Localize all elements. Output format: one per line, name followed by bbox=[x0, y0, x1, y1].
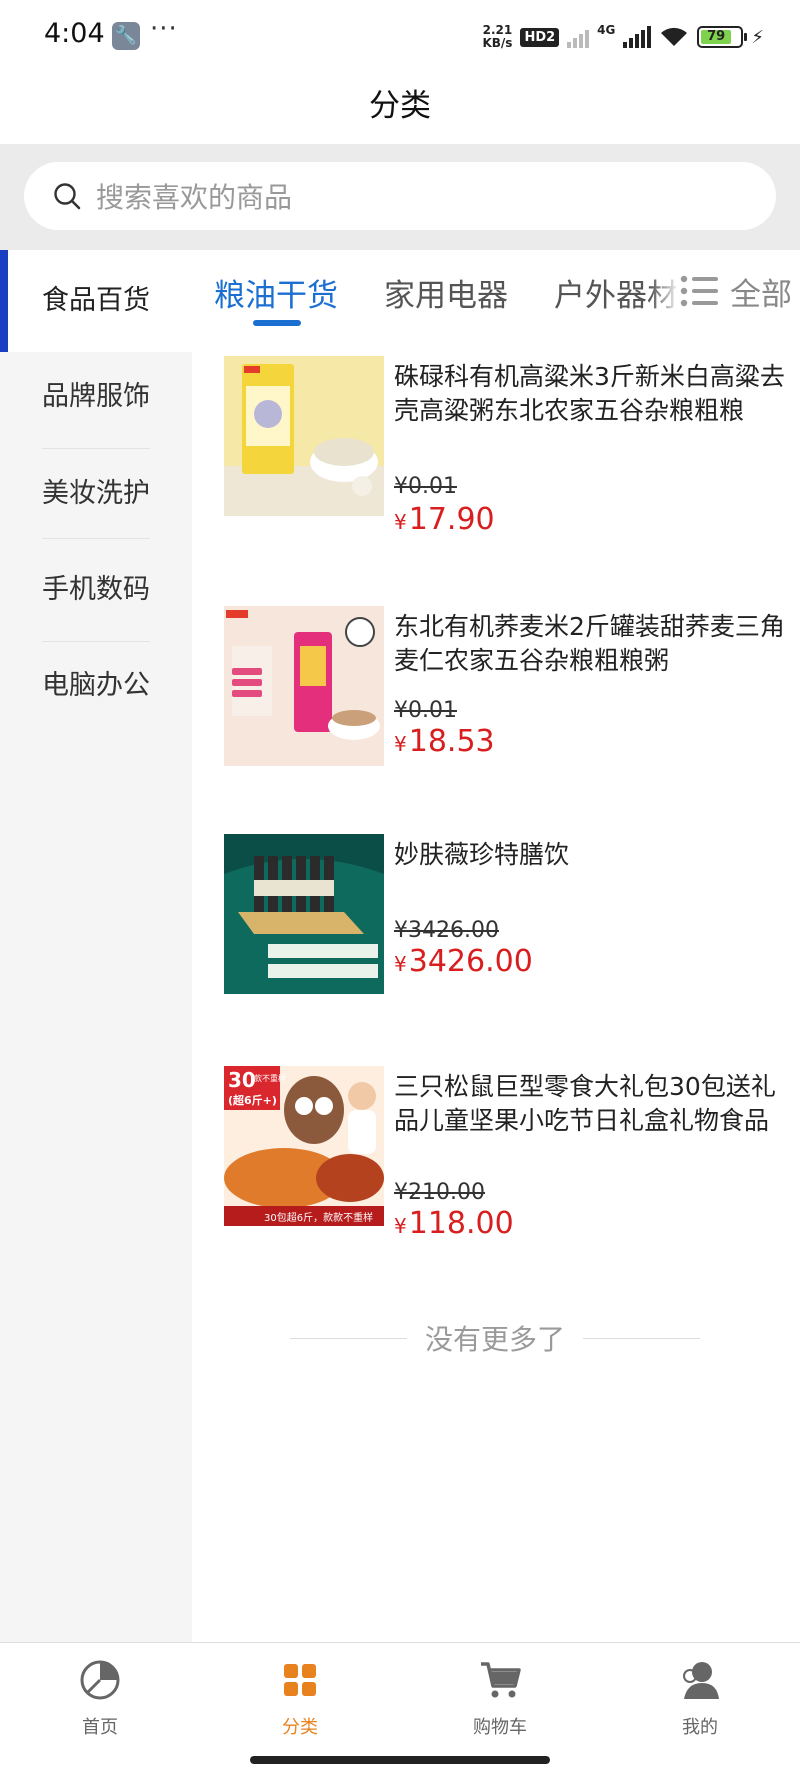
product-original-price: ¥0.01 bbox=[394, 698, 457, 723]
sidebar-item-digital[interactable]: 手机数码 bbox=[0, 539, 192, 641]
tab-all-button[interactable]: 全部 bbox=[676, 262, 800, 320]
product-image[interactable] bbox=[224, 356, 384, 516]
nav-category-label: 分类 bbox=[282, 1717, 318, 1738]
tab-grain-oil[interactable]: 粮油干货 bbox=[214, 270, 338, 315]
user-icon bbox=[683, 1662, 719, 1699]
category-sidebar: 食品百货 品牌服饰 美妆洗护 手机数码 电脑办公 bbox=[0, 250, 192, 1642]
sidebar-item-computer[interactable]: 电脑办公 bbox=[0, 642, 192, 730]
product-card[interactable]: 妙肤薇珍特膳饮 ¥3426.00 ¥3426.00 bbox=[224, 834, 792, 1004]
tab-all-label: 全部 bbox=[730, 276, 792, 313]
list-end-text: 没有更多了 bbox=[425, 1323, 566, 1356]
product-card[interactable]: 东北有机荞麦米2斤罐装甜荞麦三角麦仁农家五谷杂粮粗粮粥 ¥0.01 ¥18.53 bbox=[224, 606, 792, 776]
network-speed: 2.21 KB/s bbox=[482, 23, 513, 50]
charging-icon: ⚡ bbox=[751, 26, 764, 48]
product-original-price: ¥210.00 bbox=[394, 1180, 485, 1205]
sidebar-item-apparel[interactable]: 品牌服饰 bbox=[0, 346, 192, 448]
product-image[interactable]: 30 款不重样 (超6斤+) 30包超6斤，款款不重样 bbox=[224, 1066, 384, 1226]
product-original-price: ¥0.01 bbox=[394, 474, 457, 499]
product-original-price: ¥3426.00 bbox=[394, 918, 499, 943]
product-name: 硃碌科有机高粱米3斤新米白高粱去壳高粱粥东北农家五谷杂粮粗粮 bbox=[394, 362, 785, 425]
list-end-indicator: 没有更多了 bbox=[290, 1318, 701, 1358]
pie-chart-icon bbox=[80, 1660, 120, 1700]
nav-category[interactable]: 分类 bbox=[240, 1657, 360, 1739]
page-header: 分类 bbox=[0, 68, 800, 144]
cart-icon bbox=[481, 1662, 521, 1698]
menu-list-icon bbox=[680, 275, 718, 307]
status-bar: 4:04 🔧 ··· 2.21 KB/s HD2 4G 79 ⚡ bbox=[0, 0, 800, 68]
divider-line bbox=[290, 1337, 407, 1339]
product-image[interactable] bbox=[224, 606, 384, 766]
more-dots-icon: ··· bbox=[150, 14, 178, 44]
status-indicators: 2.21 KB/s HD2 4G 79 ⚡ bbox=[482, 20, 764, 54]
wrench-icon: 🔧 bbox=[112, 22, 140, 50]
nav-cart[interactable]: 购物车 bbox=[440, 1657, 560, 1739]
product-name: 妙肤薇珍特膳饮 bbox=[394, 840, 570, 869]
search-icon bbox=[54, 183, 81, 210]
tab-appliances[interactable]: 家用电器 bbox=[384, 270, 508, 315]
page-title: 分类 bbox=[369, 88, 431, 124]
nav-cart-label: 购物车 bbox=[473, 1717, 527, 1738]
product-price: ¥118.00 bbox=[394, 1206, 514, 1241]
status-time: 4:04 bbox=[44, 18, 105, 49]
nav-home-label: 首页 bbox=[82, 1717, 118, 1738]
home-indicator bbox=[250, 1756, 550, 1764]
grid-icon bbox=[284, 1664, 316, 1696]
search-placeholder: 搜索喜欢的商品 bbox=[96, 181, 293, 214]
product-card[interactable]: 硃碌科有机高粱米3斤新米白高粱去壳高粱粥东北农家五谷杂粮粗粮 ¥0.01 ¥17… bbox=[224, 356, 792, 537]
search-area: 搜索喜欢的商品 bbox=[0, 144, 800, 250]
signal-icon bbox=[623, 26, 652, 48]
product-name: 三只松鼠巨型零食大礼包30包送礼品儿童坚果小吃节日礼盒礼物食品 bbox=[394, 1072, 776, 1135]
signal-sim2-icon bbox=[567, 26, 590, 48]
product-price: ¥18.53 bbox=[394, 724, 495, 759]
divider-line bbox=[583, 1337, 701, 1339]
sidebar-item-food[interactable]: 食品百货 bbox=[0, 250, 192, 352]
tab-active-indicator bbox=[253, 320, 301, 326]
nav-profile[interactable]: 我的 bbox=[640, 1657, 760, 1739]
search-input[interactable]: 搜索喜欢的商品 bbox=[24, 162, 776, 230]
sidebar-item-beauty[interactable]: 美妆洗护 bbox=[0, 449, 192, 538]
hd-badge: HD2 bbox=[520, 27, 560, 47]
wifi-icon bbox=[661, 27, 688, 46]
product-price: ¥3426.00 bbox=[394, 944, 533, 979]
product-name: 东北有机荞麦米2斤罐装甜荞麦三角麦仁农家五谷杂粮粗粮粥 bbox=[394, 612, 785, 675]
nav-home[interactable]: 首页 bbox=[40, 1657, 160, 1739]
product-price: ¥17.90 bbox=[394, 502, 495, 537]
product-image[interactable] bbox=[224, 834, 384, 994]
battery-icon: 79 bbox=[697, 26, 748, 48]
product-card[interactable]: 30 款不重样 (超6斤+) 30包超6斤，款款不重样 三只松鼠巨型零食大礼包3… bbox=[224, 1066, 792, 1241]
network-type: 4G bbox=[597, 23, 616, 37]
nav-profile-label: 我的 bbox=[682, 1717, 718, 1738]
